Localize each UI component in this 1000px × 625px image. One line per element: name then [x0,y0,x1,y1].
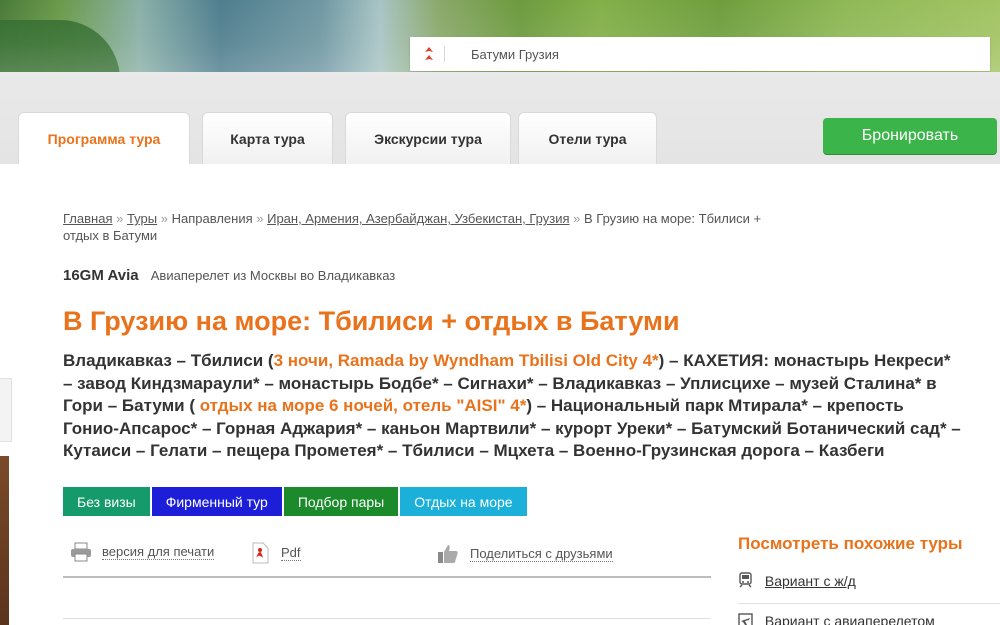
pin-icon [425,47,433,60]
side-photo-edge [0,456,9,625]
pdf-icon [252,542,269,564]
share-link[interactable]: Поделиться с друзьями [436,542,613,566]
badge-signature-tour[interactable]: Фирменный тур [151,487,282,516]
pdf-label: Pdf [281,545,301,561]
breadcrumb-separator: » [573,211,581,226]
breadcrumb-separator: » [256,211,264,226]
carrier-description: Авиаперелет из Москвы во Владикавказ [150,268,396,283]
train-icon [738,572,753,588]
breadcrumb-separator: » [160,211,168,226]
tab-program[interactable]: Программа тура [18,112,190,164]
location-bar: Батуми Грузия [410,37,990,71]
badge-no-visa[interactable]: Без визы [63,487,150,516]
tour-badges: Без визы Фирменный тур Подбор пары Отдых… [63,487,529,516]
route-text: Владикавказ – Тбилиси ( [63,351,274,370]
share-label: Поделиться с друзьями [470,546,613,562]
badge-pair-match[interactable]: Подбор пары [283,487,399,516]
location-divider [444,46,445,62]
page-title: В Грузию на море: Тбилиси + отдых в Бату… [63,306,680,336]
variant-train-link[interactable]: Вариант с ж/д [738,572,1000,604]
side-card-edge [0,378,12,442]
tab-label: Экскурсии тура [374,130,482,147]
print-link[interactable]: версия для печати [70,542,215,562]
pdf-link[interactable]: Pdf [249,542,301,564]
breadcrumb-separator: » [116,211,124,226]
location-text: Батуми Грузия [471,47,559,62]
book-button[interactable]: Бронировать [823,118,997,154]
tab-hotels[interactable]: Отели тура [518,112,657,164]
similar-tours-title: Посмотреть похожие туры [738,534,963,553]
variant-label: Вариант с авиаперелетом [764,613,935,625]
carrier-info: 16GM Avia Авиаперелет из Москвы во Влади… [63,267,395,284]
tab-excursions[interactable]: Экскурсии тура [345,112,511,164]
section-divider [63,618,711,619]
variant-plane-link[interactable]: Вариант с авиаперелетом [738,613,1000,625]
variant-label: Вариант с ж/д [764,573,856,589]
breadcrumb-tours[interactable]: Туры [127,211,157,226]
tab-label: Отели тура [548,130,627,147]
breadcrumb-region[interactable]: Иран, Армения, Азербайджан, Узбекистан, … [267,211,569,226]
route-hotel-batumi: отдых на море 6 ночей, отель "AISI" 4* [199,396,527,415]
tab-label: Программа тура [47,130,161,147]
tab-map[interactable]: Карта тура [202,112,333,164]
printer-icon [71,542,91,562]
page-tools: версия для печати Pdf Поделиться с друзь… [63,538,711,578]
thumbs-up-icon [438,545,458,563]
tab-label: Карта тура [230,130,305,147]
tour-route: Владикавказ – Тбилиси (3 ночи, Ramada by… [63,350,963,463]
breadcrumb-directions: Направления [171,211,253,226]
badge-beach-holiday[interactable]: Отдых на море [400,487,527,516]
breadcrumb-home[interactable]: Главная [63,211,112,226]
plane-icon [738,613,753,625]
print-label: версия для печати [102,544,215,560]
breadcrumb: Главная » Туры » Направления » Иран, Арм… [63,210,763,244]
route-hotel-tbilisi: 3 ночи, Ramada by Wyndham Tbilisi Old Ci… [273,351,659,370]
carrier-name: 16GM Avia [63,267,139,284]
